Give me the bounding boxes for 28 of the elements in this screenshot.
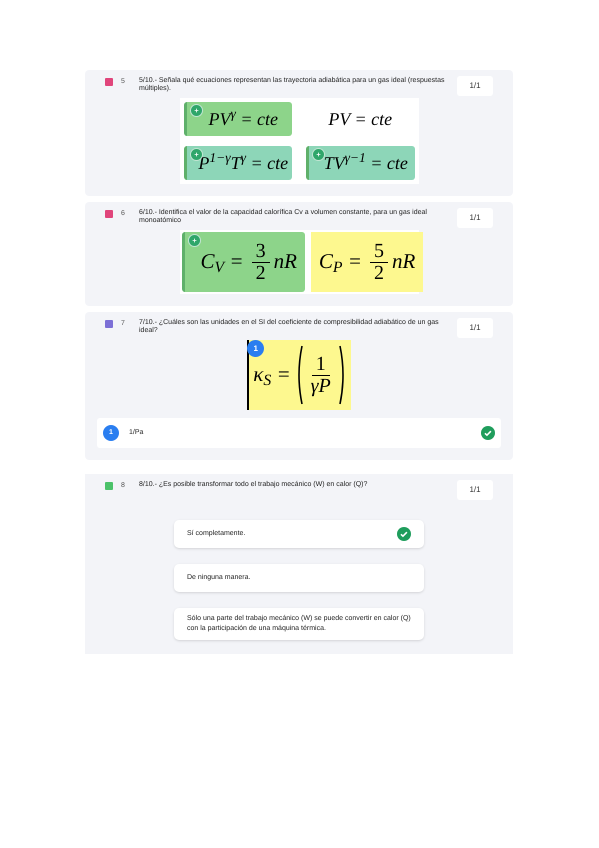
formula-text: C$_{P}$ = — [318, 248, 362, 278]
formula-text: PV$^{γ}$ = cte — [208, 106, 278, 130]
number-badge: 1 — [247, 340, 264, 357]
numerator: 1 — [312, 354, 330, 376]
score-badge: 1/1 — [457, 208, 493, 228]
denominator: γP — [310, 376, 332, 396]
formula-text: P$^{1−γ}$T$^{γ}$ = cte — [198, 150, 288, 174]
formula-option[interactable]: PV$^{γ}$ = cte — [184, 102, 292, 136]
numerator: 3 — [252, 240, 270, 262]
numerator: 5 — [370, 240, 388, 262]
score-badge: 1/1 — [457, 76, 493, 96]
formula-text: nR — [274, 248, 297, 276]
denominator: 2 — [254, 262, 267, 284]
denominator: 2 — [372, 262, 385, 284]
formula-text: nR — [392, 248, 416, 276]
formula-text: PV = cte — [328, 108, 392, 130]
score-badge: 1/1 — [457, 480, 493, 500]
selection-marker-icon — [188, 234, 200, 247]
formula-text: TV$^{γ−1}$ = cte — [324, 150, 408, 174]
selection-marker-icon — [190, 104, 202, 117]
formula-option[interactable]: TV$^{γ−1}$ = cte — [306, 146, 414, 180]
formula-text: κ$_{S}$ = — [253, 361, 291, 391]
score-badge: 1/1 — [457, 318, 493, 338]
parenthesis-icon — [338, 345, 347, 405]
formula-text: C$_{V}$ = — [200, 248, 244, 278]
formula-option[interactable]: P$^{1−γ}$T$^{γ}$ = cte — [184, 146, 292, 180]
selection-marker-icon — [312, 148, 325, 161]
formula-option[interactable]: PV = cte — [306, 102, 414, 136]
